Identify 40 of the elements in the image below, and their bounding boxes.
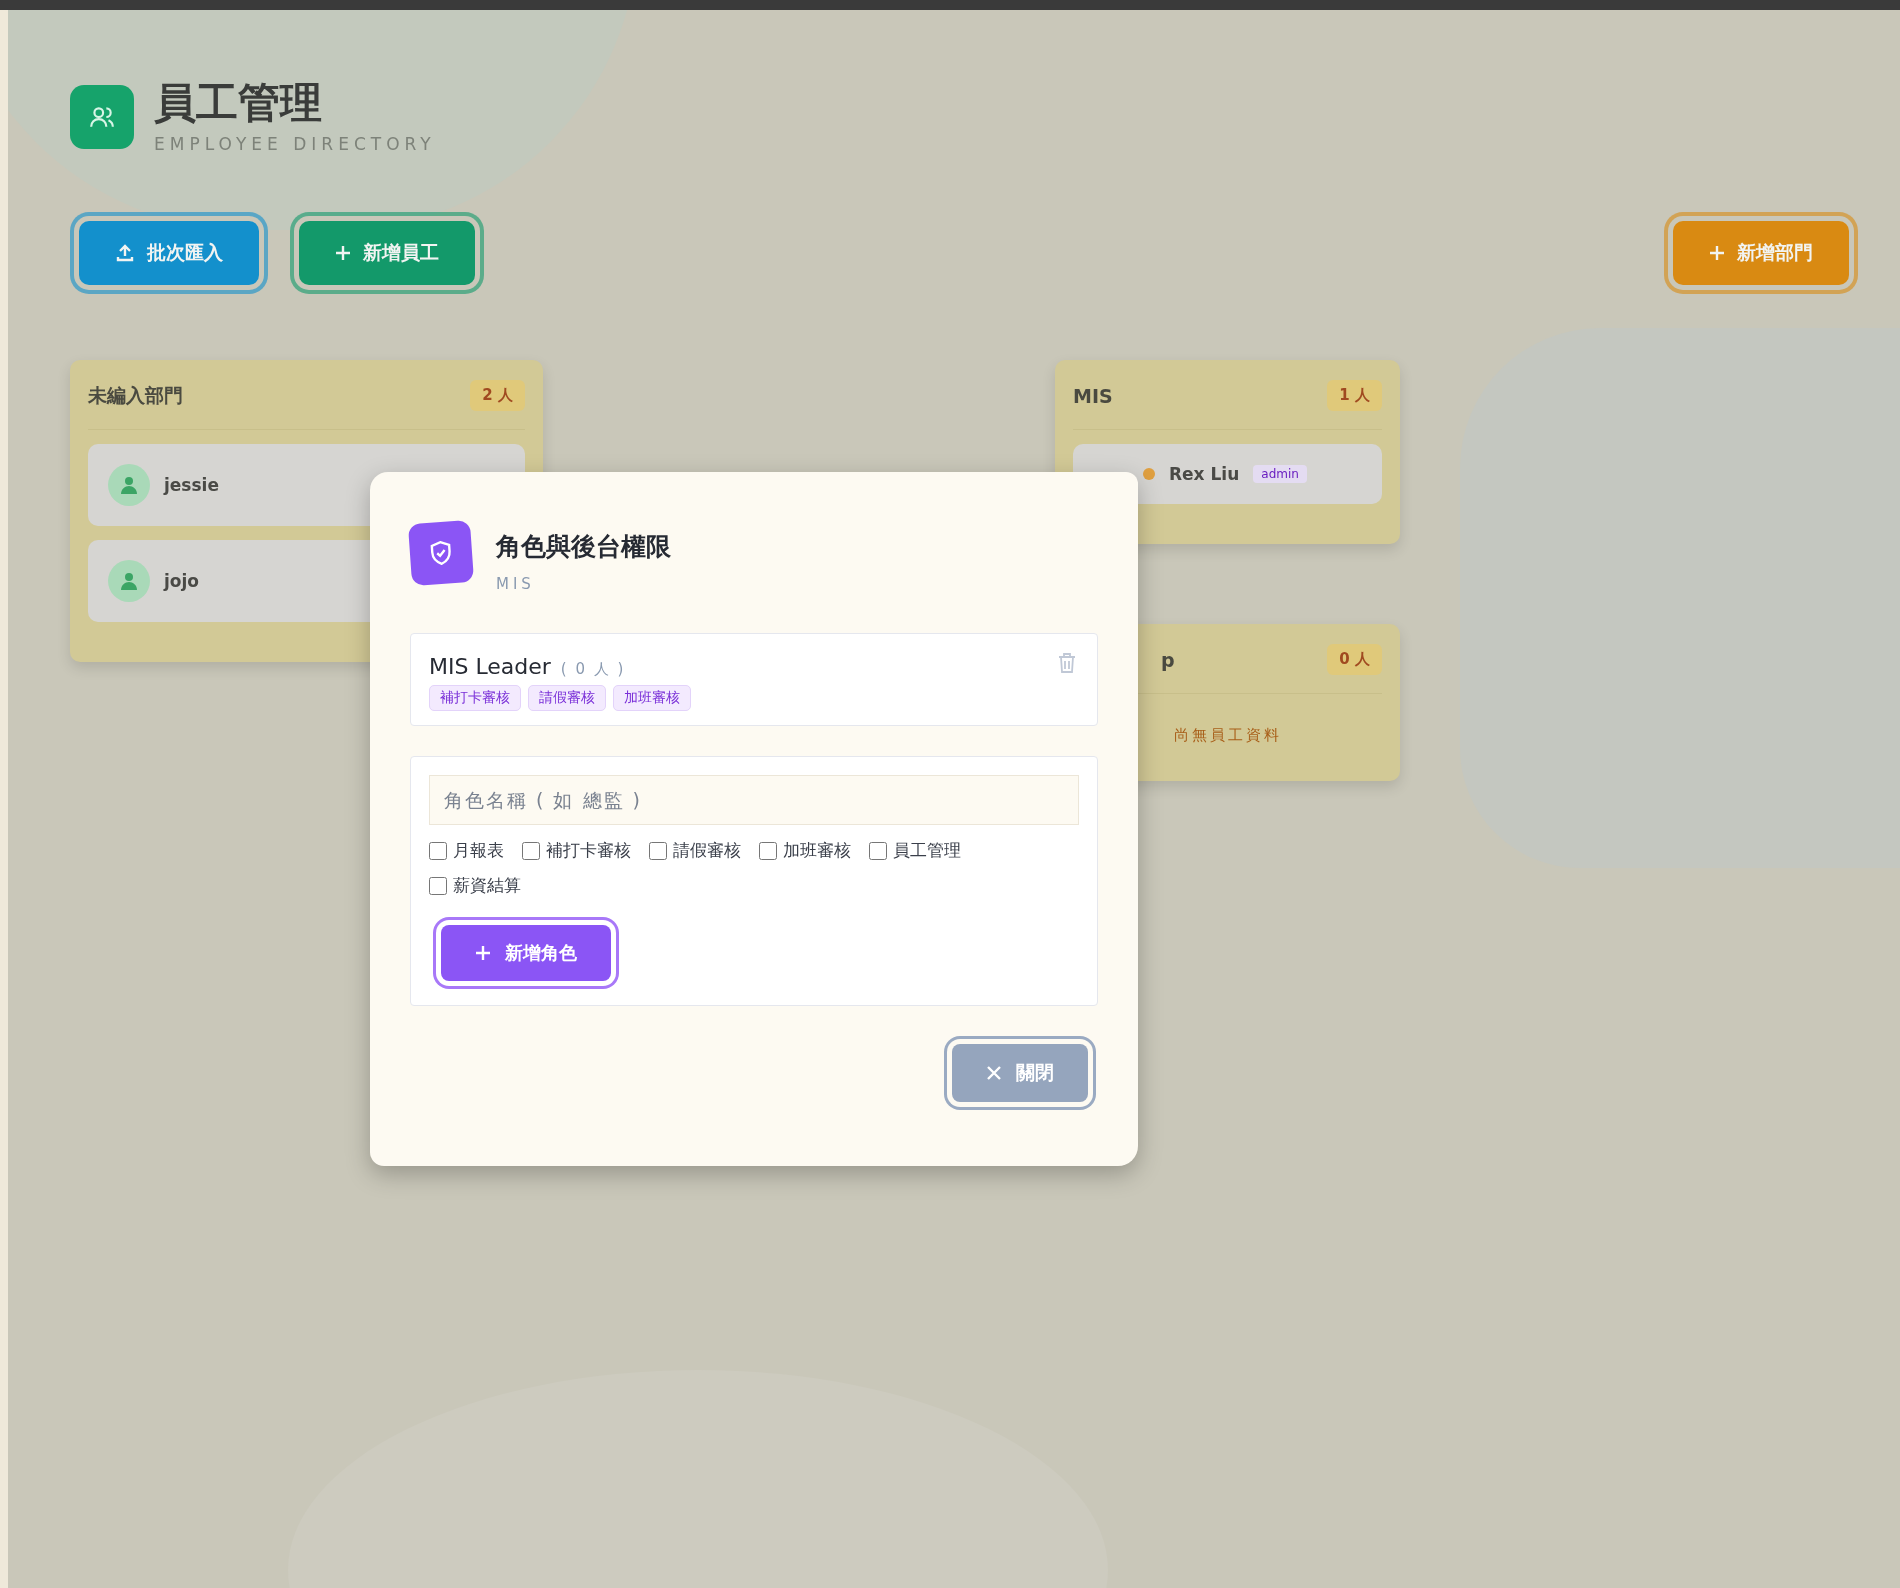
permission-tag: 補打卡審核 xyxy=(429,685,521,711)
permission-option[interactable]: 薪資結算 xyxy=(429,874,521,897)
employee-name: jojo xyxy=(164,571,199,592)
empty-message: 尚無員工資料 xyxy=(1172,725,1283,747)
status-dot xyxy=(1143,468,1155,481)
upload-icon xyxy=(115,243,135,264)
role-tag: admin xyxy=(1253,465,1307,484)
plus-icon xyxy=(475,945,491,961)
department-name: MIS xyxy=(1073,384,1113,407)
permission-option[interactable]: 請假審核 xyxy=(649,839,741,862)
member-count: 2 人 xyxy=(470,380,525,412)
checkbox[interactable] xyxy=(429,841,447,860)
role-name-field[interactable]: 角色名稱 ( 如 總監 ) xyxy=(429,775,1079,825)
permission-option[interactable]: 月報表 xyxy=(429,839,504,862)
plus-icon xyxy=(335,245,351,262)
permission-tag: 加班審核 xyxy=(613,685,691,711)
department-name: p xyxy=(1161,648,1175,671)
checkbox[interactable] xyxy=(869,841,887,860)
permission-tag: 請假審核 xyxy=(528,685,606,711)
avatar-icon xyxy=(108,464,150,507)
member-count: 0 人 xyxy=(1327,644,1382,676)
permission-option[interactable]: 員工管理 xyxy=(869,839,961,862)
permission-option[interactable]: 加班審核 xyxy=(759,839,851,862)
checkbox[interactable] xyxy=(759,841,777,860)
plus-icon xyxy=(1709,245,1725,262)
shield-icon xyxy=(407,519,475,587)
employee-name: Rex Liu xyxy=(1169,464,1240,485)
role-name: MIS Leader xyxy=(429,654,551,679)
checkbox[interactable] xyxy=(649,841,667,860)
page-title: 員工管理 xyxy=(154,80,323,127)
employee-name: jessie xyxy=(164,475,219,496)
avatar-icon xyxy=(108,560,150,603)
checkbox[interactable] xyxy=(429,876,447,895)
permission-option[interactable]: 補打卡審核 xyxy=(522,839,631,862)
close-icon xyxy=(986,1065,1002,1081)
member-count: 1 人 xyxy=(1327,380,1382,412)
department-name: 未編入部門 xyxy=(88,382,183,408)
checkbox[interactable] xyxy=(522,841,540,860)
role-count: ( 0 人 ) xyxy=(560,660,626,678)
page-subtitle: EMPLOYEE DIRECTORY xyxy=(154,134,436,155)
